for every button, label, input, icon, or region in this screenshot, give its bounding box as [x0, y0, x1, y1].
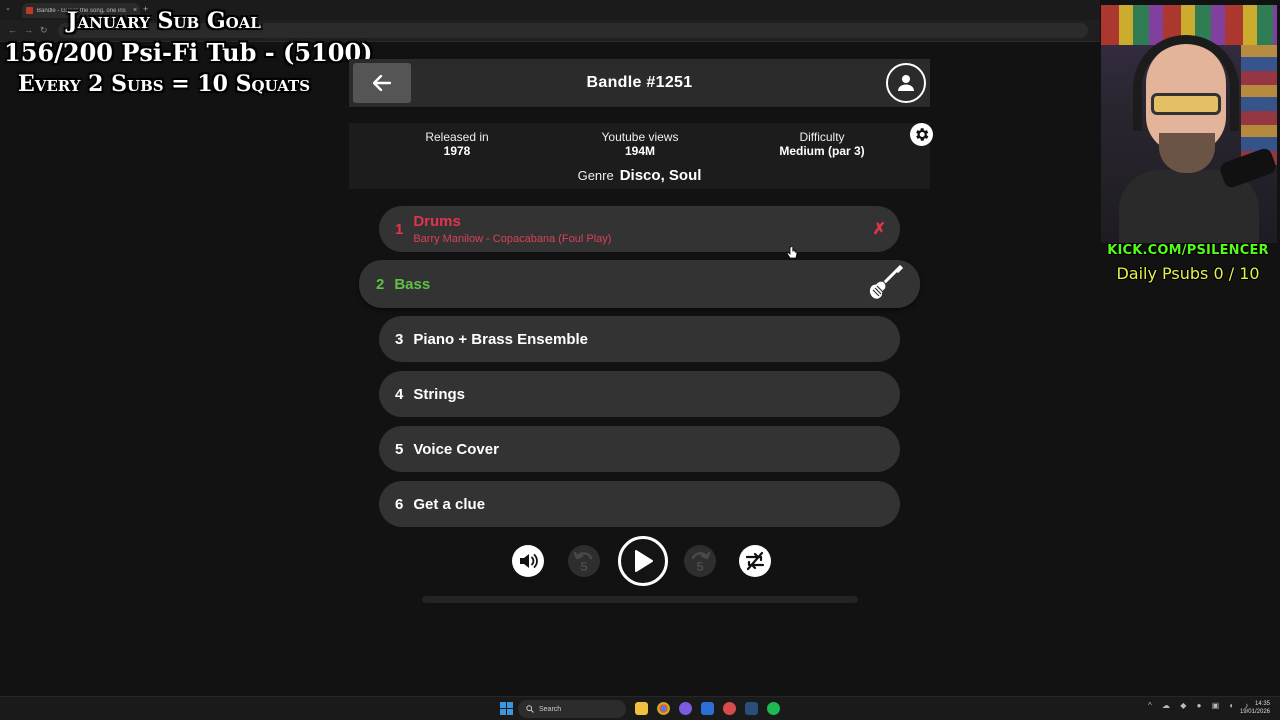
track-strings[interactable]: 4 Strings	[379, 371, 900, 417]
webcam-person-beard	[1159, 133, 1215, 173]
bass-guitar-icon	[868, 264, 904, 300]
profile-button[interactable]	[886, 63, 926, 103]
shuffle-button[interactable]	[739, 545, 771, 577]
track-text: Drums Barry Manilow - Copacabana (Foul P…	[413, 213, 611, 245]
taskbar-search-label: Search	[539, 705, 562, 713]
shuffle-off-icon	[745, 551, 765, 571]
webcam-headset	[1133, 35, 1239, 131]
track-number: 6	[395, 495, 404, 513]
chrome-icon[interactable]	[657, 702, 670, 715]
play-button[interactable]	[618, 536, 668, 586]
taskbar-search[interactable]: Search	[518, 700, 626, 718]
track-number: 2	[376, 275, 385, 293]
released-value: 1978	[443, 144, 471, 158]
file-explorer-icon[interactable]	[635, 702, 648, 715]
genre-label: Genre	[577, 168, 614, 183]
track-label: Bass	[394, 275, 431, 293]
playback-controls: 5 5	[510, 536, 771, 588]
clock-date: 19/01/2026	[1239, 709, 1270, 715]
clock-time: 14:35	[1254, 701, 1270, 707]
app-blue-icon[interactable]	[701, 702, 714, 715]
track-clue[interactable]: 6 Get a clue	[379, 481, 900, 527]
difficulty-label: Difficulty	[799, 130, 845, 144]
track-label: Get a clue	[413, 495, 486, 513]
goal-progress: 156/200 Psi-Fi Tub - (5100)	[4, 38, 373, 67]
windows-taskbar: Search ^ ☁ ◆ ● ▣ ◐ ♪ 14:35 19/01/2026	[0, 696, 1280, 720]
views-label: Youtube views	[601, 130, 679, 144]
track-bass[interactable]: 2 Bass	[359, 260, 920, 308]
forward-5-label: 5	[696, 558, 704, 574]
difficulty-info: Difficulty Medium (par 3)	[732, 130, 912, 158]
user-icon	[898, 75, 914, 91]
track-label: Strings	[413, 385, 466, 403]
wrong-guess-text: Barry Manilow - Copacabana (Foul Play)	[413, 233, 612, 245]
sub-goal-overlay: January Sub Goal 156/200 Psi-Fi Tub - (5…	[4, 6, 373, 97]
page-title: Bandle #1251	[586, 74, 693, 91]
playback-progress-bar[interactable]	[422, 596, 858, 603]
play-icon	[635, 550, 653, 572]
track-piano-brass[interactable]: 3 Piano + Brass Ensemble	[379, 316, 900, 362]
app-red-icon[interactable]	[723, 702, 736, 715]
song-info-card: Released in 1978 Youtube views 194M Diff…	[349, 123, 933, 189]
settings-button[interactable]	[910, 123, 933, 146]
webcam-background-shelf-side	[1241, 45, 1277, 165]
track-number: 5	[395, 440, 404, 458]
gear-icon	[916, 128, 929, 141]
track-number: 4	[395, 385, 404, 403]
daily-psubs-overlay: Daily Psubs 0 / 10	[1116, 264, 1260, 283]
goal-rule: Every 2 Subs = 10 Squats	[17, 71, 311, 97]
views-value: 194M	[624, 144, 656, 158]
spotify-icon[interactable]	[767, 702, 780, 715]
search-icon	[526, 705, 534, 713]
kick-url-overlay: KICK.COM/PSILENCER	[1107, 243, 1269, 258]
track-label: Drums	[413, 213, 461, 230]
webcam-feed	[1101, 5, 1277, 243]
taskbar-clock[interactable]: 14:35 19/01/2026	[1240, 700, 1270, 716]
app-header: Bandle #1251	[349, 59, 930, 107]
wrong-mark-icon: ✗	[872, 221, 886, 238]
track-number: 3	[395, 330, 404, 348]
track-voice-cover[interactable]: 5 Voice Cover	[379, 426, 900, 472]
hand-cursor-icon	[786, 246, 798, 259]
track-drums: 1 Drums Barry Manilow - Copacabana (Foul…	[379, 206, 900, 252]
discord-icon[interactable]	[679, 702, 692, 715]
volume-button[interactable]	[512, 545, 544, 577]
volume-icon	[520, 554, 538, 568]
released-info: Released in 1978	[367, 130, 547, 158]
windows-start-icon[interactable]	[500, 702, 513, 715]
system-tray-icons[interactable]: ^ ☁ ◆ ● ▣ ◐ ♪	[1148, 701, 1252, 710]
track-label: Piano + Brass Ensemble	[413, 330, 589, 348]
genre-value: Disco, Soul	[619, 167, 702, 184]
rewind-5-button[interactable]: 5	[568, 545, 600, 577]
difficulty-value: Medium (par 3)	[779, 144, 865, 158]
steam-icon[interactable]	[745, 702, 758, 715]
rewind-5-label: 5	[580, 558, 588, 574]
forward-5-button[interactable]: 5	[684, 545, 716, 577]
track-label: Voice Cover	[413, 440, 499, 458]
track-number: 1	[395, 220, 404, 238]
released-label: Released in	[425, 130, 489, 144]
views-info: Youtube views 194M	[550, 130, 730, 158]
genre-row: Genre Disco, Soul	[349, 167, 930, 185]
goal-title: January Sub Goal	[67, 8, 261, 34]
